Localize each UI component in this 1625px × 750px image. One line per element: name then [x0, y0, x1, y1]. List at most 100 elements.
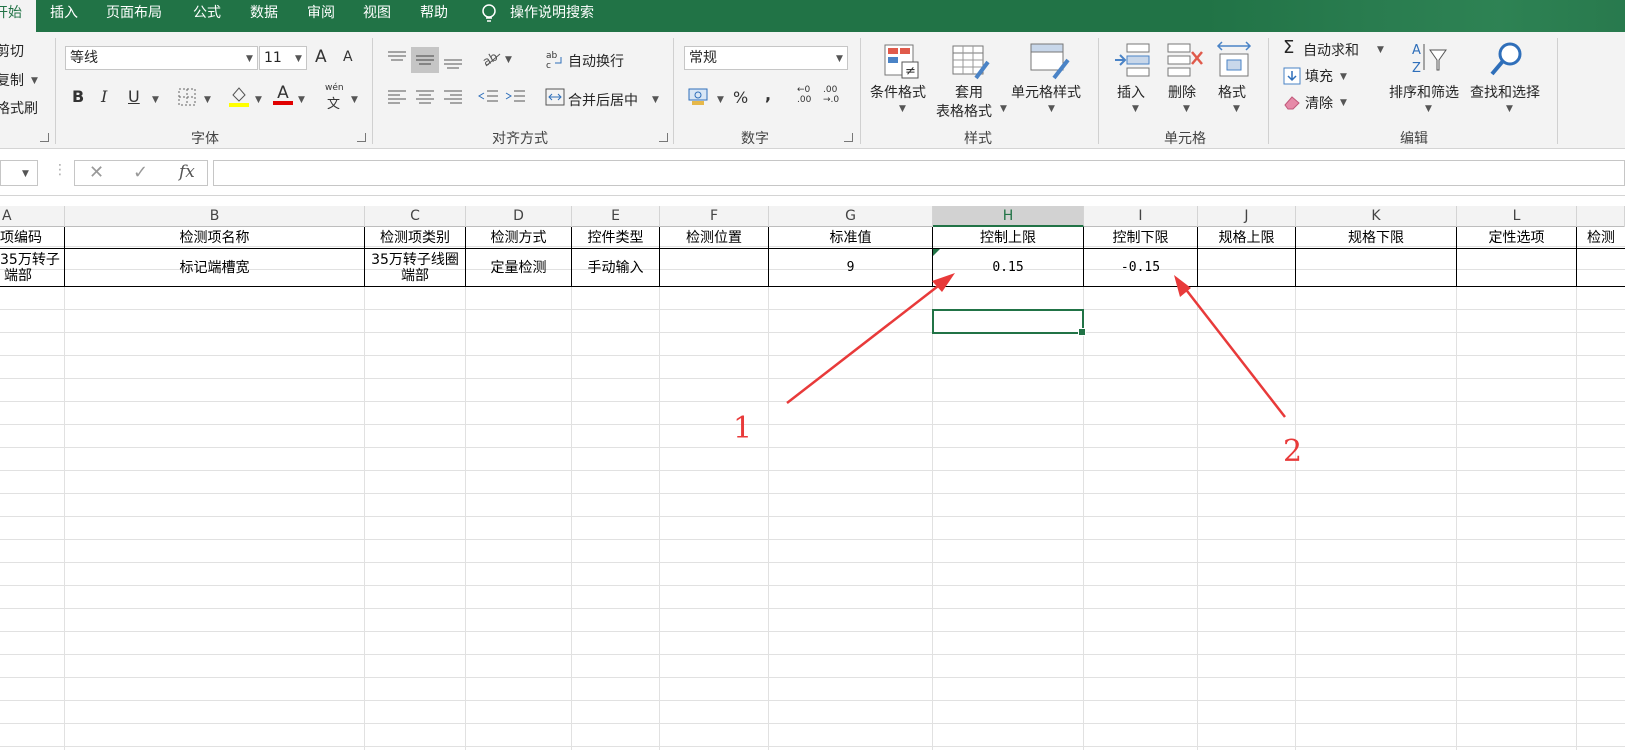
decrease-indent-icon[interactable] [478, 88, 500, 106]
tab-data[interactable]: 数据 [242, 0, 286, 32]
number-format-combo[interactable]: 常规 [684, 46, 848, 70]
cell-d2[interactable]: 定量检测 [466, 249, 572, 287]
cell-d1[interactable]: 检测方式 [466, 227, 572, 249]
cell-a2[interactable]: 35万转子 端部 [0, 249, 65, 287]
font-size-dropdown-icon[interactable]: ▼ [295, 54, 302, 64]
align-middle-icon[interactable] [411, 47, 439, 73]
col-header-c[interactable]: C [365, 206, 466, 227]
tab-page-layout[interactable]: 页面布局 [98, 0, 170, 32]
cell-b1[interactable]: 检测项名称 [65, 227, 365, 249]
align-right-icon[interactable] [442, 88, 464, 106]
cell-c2[interactable]: 35万转子线圈 端部 [365, 249, 466, 287]
shrink-font-button[interactable]: A [343, 49, 353, 65]
wrap-text-button[interactable]: 自动换行 [568, 51, 624, 71]
grow-font-button[interactable]: A [315, 47, 327, 67]
enter-icon[interactable]: ✓ [133, 162, 148, 183]
error-indicator-icon[interactable] [933, 249, 940, 256]
borders-icon[interactable] [178, 88, 196, 106]
format-cells-dropdown-icon[interactable]: ▼ [1233, 104, 1240, 114]
merge-dropdown-icon[interactable]: ▼ [652, 95, 659, 105]
cell-l2[interactable] [1457, 249, 1577, 287]
cell-j2[interactable] [1198, 249, 1296, 287]
cell-styles-button[interactable]: 单元格样式 [1011, 82, 1081, 102]
cancel-icon[interactable]: ✕ [89, 162, 104, 183]
cell-b2[interactable]: 标记端槽宽 [65, 249, 365, 287]
comma-button[interactable]: , [765, 85, 771, 104]
clear-button[interactable]: 清除 [1305, 93, 1333, 113]
col-header-f[interactable]: F [660, 206, 769, 227]
currency-icon[interactable] [688, 86, 710, 106]
fill-button[interactable]: 填充 [1305, 66, 1333, 86]
autosum-button[interactable]: 自动求和 [1303, 40, 1359, 60]
col-header-j[interactable]: J [1198, 206, 1296, 227]
font-launcher-icon[interactable] [357, 133, 366, 142]
cell-f2[interactable] [660, 249, 769, 287]
col-header-d[interactable]: D [466, 206, 572, 227]
clear-dropdown-icon[interactable]: ▼ [1340, 98, 1347, 108]
cell-a1[interactable]: 项编码 [0, 227, 65, 249]
decrease-decimal-button[interactable]: .00 →.0 [823, 85, 839, 105]
number-launcher-icon[interactable] [844, 133, 853, 142]
underline-dropdown-icon[interactable]: ▼ [152, 95, 159, 105]
col-header-e[interactable]: E [572, 206, 660, 227]
name-box[interactable]: ▼ [0, 160, 38, 186]
autosum-dropdown-icon[interactable]: ▼ [1377, 45, 1384, 55]
sort-filter-dropdown-icon[interactable]: ▼ [1425, 104, 1432, 114]
cell-g2[interactable]: 9 [769, 249, 933, 287]
col-header-a[interactable]: A [0, 206, 65, 227]
cell-f1[interactable]: 检测位置 [660, 227, 769, 249]
font-name-dropdown-icon[interactable]: ▼ [246, 54, 253, 64]
col-header-k[interactable]: K [1296, 206, 1457, 227]
percent-button[interactable]: % [733, 88, 748, 107]
format-cells-button[interactable]: 格式 [1218, 82, 1246, 102]
italic-button[interactable]: I [101, 87, 107, 106]
active-cell-selection[interactable] [932, 309, 1086, 336]
cell-g1[interactable]: 标准值 [769, 227, 933, 249]
tab-formulas[interactable]: 公式 [185, 0, 229, 32]
col-header-i[interactable]: I [1084, 206, 1198, 227]
alignment-launcher-icon[interactable] [659, 133, 668, 142]
name-box-dropdown-icon[interactable]: ▼ [22, 169, 29, 179]
formula-bar-grip[interactable]: ⋮ [53, 162, 67, 178]
cell-k1[interactable]: 规格下限 [1296, 227, 1457, 249]
cell-h2[interactable]: 0.15 [933, 249, 1084, 287]
cell-c1[interactable]: 检测项类别 [365, 227, 466, 249]
bold-button[interactable]: B [72, 87, 84, 106]
tab-home[interactable]: 开始 [0, 0, 36, 32]
col-header-l[interactable]: L [1457, 206, 1577, 227]
phonetic-dropdown-icon[interactable]: ▼ [351, 95, 358, 105]
copy-button[interactable]: 复制 [0, 70, 24, 90]
cell-j1[interactable]: 规格上限 [1198, 227, 1296, 249]
fill-color-dropdown-icon[interactable]: ▼ [255, 95, 262, 105]
increase-decimal-button[interactable]: ←0.00 [797, 85, 811, 105]
align-top-icon[interactable] [386, 48, 408, 68]
cell-k2[interactable] [1296, 249, 1457, 287]
find-select-dropdown-icon[interactable]: ▼ [1506, 104, 1513, 114]
fill-dropdown-icon[interactable]: ▼ [1340, 72, 1347, 82]
delete-cells-dropdown-icon[interactable]: ▼ [1183, 104, 1190, 114]
tell-me-search[interactable]: 操作说明搜索 [502, 0, 602, 32]
cell-l1[interactable]: 定性选项 [1457, 227, 1577, 249]
orientation-dropdown-icon[interactable]: ▼ [505, 55, 512, 65]
insert-cells-button[interactable]: 插入 [1117, 82, 1145, 102]
format-painter-button[interactable]: 格式刷 [0, 98, 38, 118]
insert-function-icon[interactable]: fx [179, 162, 195, 182]
cell-i1[interactable]: 控制下限 [1084, 227, 1198, 249]
cell-e2[interactable]: 手动输入 [572, 249, 660, 287]
col-header-b[interactable]: B [65, 206, 365, 227]
font-color-button[interactable]: A [273, 83, 293, 105]
align-bottom-icon[interactable] [442, 52, 464, 72]
conditional-dropdown-icon[interactable]: ▼ [899, 104, 906, 114]
clipboard-launcher-icon[interactable] [40, 133, 49, 142]
copy-dropdown-icon[interactable]: ▼ [31, 76, 38, 86]
conditional-formatting-button[interactable]: 条件格式 [870, 82, 926, 102]
col-header-h[interactable]: H [933, 206, 1084, 227]
tab-help[interactable]: 帮助 [412, 0, 456, 32]
cell-h1[interactable]: 控制上限 [933, 227, 1084, 249]
align-left-icon[interactable] [386, 88, 408, 106]
format-as-table-button[interactable]: 表格格式 [936, 101, 992, 121]
format-as-table-dropdown-icon[interactable]: ▼ [1000, 104, 1007, 114]
align-center-icon[interactable] [414, 88, 436, 106]
cell-styles-dropdown-icon[interactable]: ▼ [1048, 104, 1055, 114]
font-color-dropdown-icon[interactable]: ▼ [298, 95, 305, 105]
